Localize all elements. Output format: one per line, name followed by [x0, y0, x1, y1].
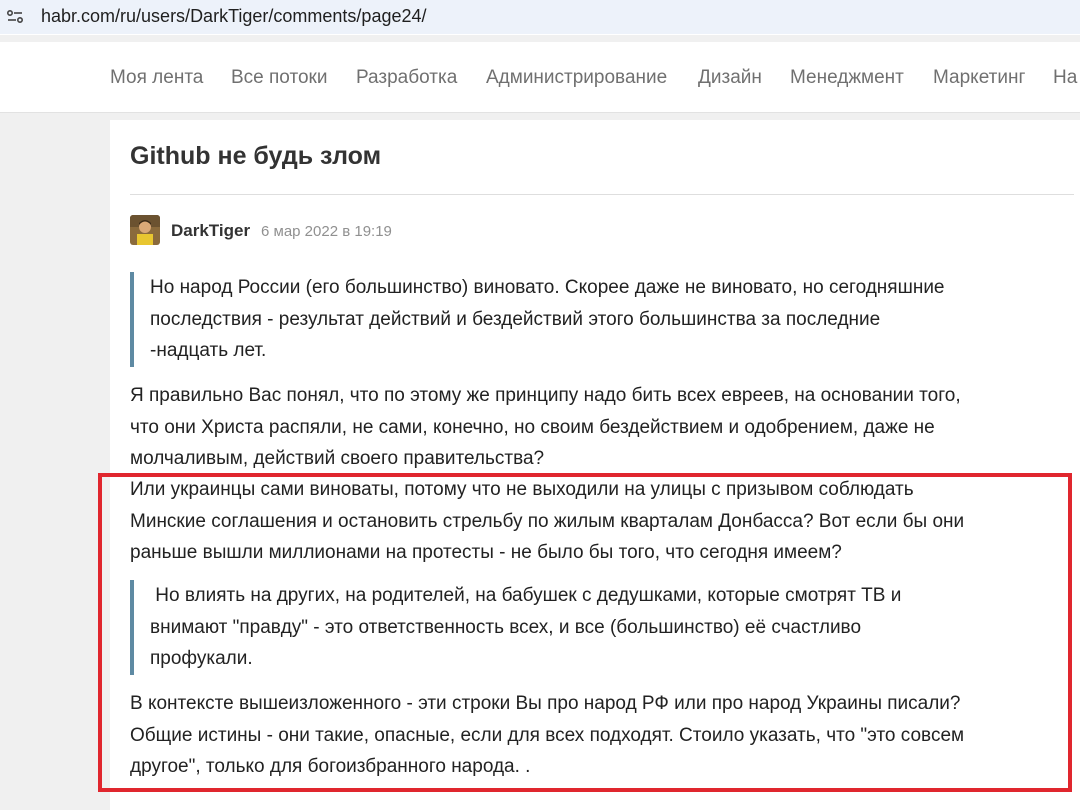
- blockquote-1: Но народ России (его большинство) винова…: [130, 272, 1060, 367]
- comment-paragraph-2: Или украинцы сами виноваты, потому что н…: [130, 474, 1060, 569]
- title-divider: [130, 194, 1074, 195]
- quote-line: Но народ России (его большинство) винова…: [150, 277, 945, 298]
- nav-item-development[interactable]: Разработка: [356, 67, 457, 89]
- site-settings-icon[interactable]: [6, 8, 24, 26]
- quote-line: профукали.: [150, 648, 253, 669]
- comment-date[interactable]: 6 мар 2022 в 19:19: [261, 223, 392, 240]
- paragraph-line: Минские соглашения и остановить стрельбу…: [130, 510, 965, 532]
- paragraph-line: раньше вышли миллионами на протесты - не…: [130, 542, 842, 563]
- browser-url-bar: habr.com/ru/users/DarkTiger/comments/pag…: [0, 0, 1080, 35]
- comment-paragraph-1: Я правильно Вас понял, что по этому же п…: [130, 380, 1060, 475]
- top-navigation: Моя лента Все потоки Разработка Админист…: [0, 42, 1080, 113]
- paragraph-line: другое", только для богоизбранного народ…: [130, 756, 531, 777]
- nav-item-administration[interactable]: Администрирование: [486, 67, 667, 89]
- paragraph-line: В контексте вышеизложенного - эти строки…: [130, 693, 961, 714]
- nav-item-design[interactable]: Дизайн: [698, 67, 762, 89]
- nav-item-marketing[interactable]: Маркетинг: [933, 67, 1025, 89]
- user-avatar[interactable]: [130, 215, 160, 245]
- paragraph-line: молчаливым, действий своего правительств…: [130, 448, 545, 469]
- address-field[interactable]: habr.com/ru/users/DarkTiger/comments/pag…: [0, 0, 1080, 34]
- nav-item-all-streams[interactable]: Все потоки: [231, 67, 327, 89]
- nav-item-management[interactable]: Менеджмент: [790, 67, 904, 89]
- article-title[interactable]: Github не будь злом: [130, 142, 381, 171]
- nav-item-science-partial[interactable]: На: [1053, 67, 1077, 89]
- quote-line: последствия - результат действий и безде…: [150, 308, 881, 330]
- avatar-image: [130, 215, 160, 245]
- blockquote-2: Но влиять на других, на родителей, на ба…: [130, 580, 1060, 675]
- quote-line: внимают "правду" - это ответственность в…: [150, 616, 862, 638]
- comment-paragraph-3: В контексте вышеизложенного - эти строки…: [130, 688, 1060, 783]
- quote-line: -надцать лет.: [150, 340, 267, 361]
- paragraph-line: Общие истины - они такие, опасные, если …: [130, 724, 965, 746]
- paragraph-line: что они Христа распяли, не сами, конечно…: [130, 416, 935, 438]
- nav-item-my-feed[interactable]: Моя лента: [110, 67, 203, 89]
- quote-line: Но влиять на других, на родителей, на ба…: [150, 585, 902, 606]
- paragraph-line: Я правильно Вас понял, что по этому же п…: [130, 385, 961, 406]
- paragraph-line: Или украинцы сами виноваты, потому что н…: [130, 479, 914, 500]
- url-text[interactable]: habr.com/ru/users/DarkTiger/comments/pag…: [41, 6, 427, 27]
- comment-card: Github не будь злом DarkTiger 6 мар 2022…: [110, 120, 1080, 810]
- comment-author[interactable]: DarkTiger: [171, 221, 250, 241]
